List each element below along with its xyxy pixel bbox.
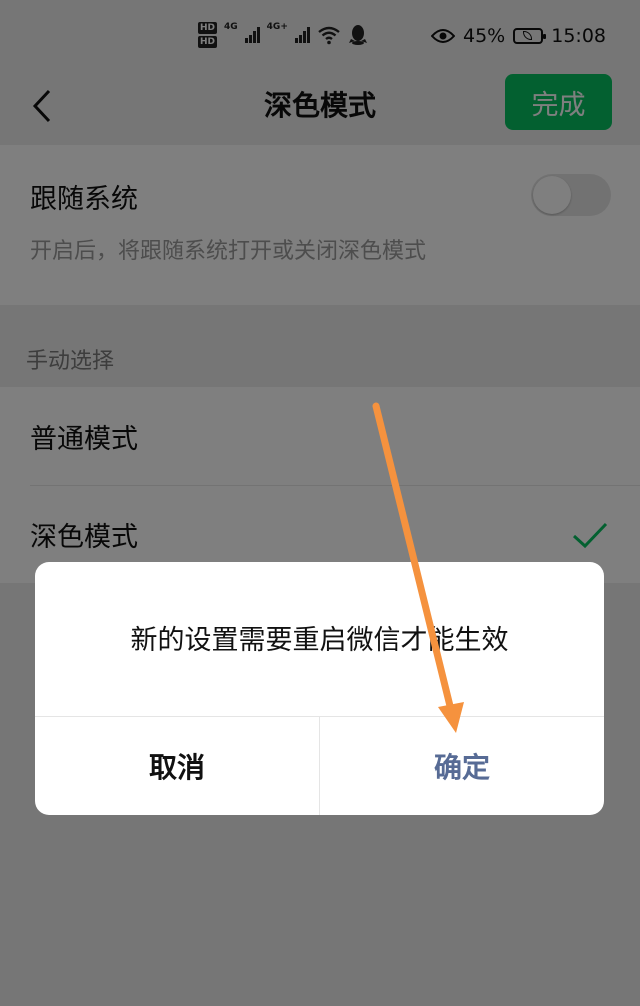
confirm-button[interactable]: 确定 bbox=[320, 717, 604, 815]
restart-dialog: 新的设置需要重启微信才能生效 取消 确定 bbox=[35, 562, 604, 815]
cancel-button[interactable]: 取消 bbox=[35, 717, 319, 815]
modal-backdrop[interactable] bbox=[0, 0, 640, 1006]
dialog-message: 新的设置需要重启微信才能生效 bbox=[130, 625, 509, 656]
